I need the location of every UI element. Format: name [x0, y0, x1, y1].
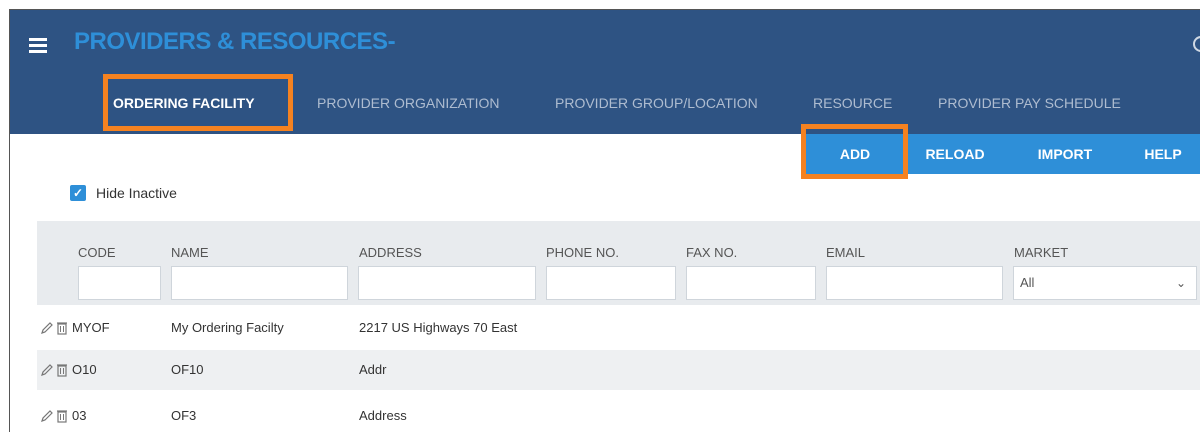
tab-provider-group-location[interactable]: PROVIDER GROUP/LOCATION: [555, 78, 758, 134]
app-window: PROVIDERS & RESOURCES- ORDERING FACILITY…: [9, 9, 1200, 432]
hamburger-icon[interactable]: [29, 38, 47, 53]
trash-icon[interactable]: [57, 363, 67, 377]
table-row[interactable]: O10 OF10 Addr: [37, 350, 1200, 390]
hide-inactive-label: Hide Inactive: [96, 185, 177, 201]
cell-address: Address: [359, 408, 407, 423]
tab-provider-pay-schedule[interactable]: PROVIDER PAY SCHEDULE: [938, 78, 1121, 134]
user-menu-icon[interactable]: [1193, 36, 1200, 52]
column-header-phone[interactable]: PHONE NO.: [546, 245, 619, 260]
column-header-name[interactable]: NAME: [171, 245, 209, 260]
page-title: PROVIDERS & RESOURCES-: [74, 28, 396, 55]
cell-name: OF3: [171, 408, 197, 423]
chevron-down-icon: ⌄: [1175, 276, 1186, 290]
table-row[interactable]: 03 OF3 Address: [37, 396, 1200, 432]
grid-header: CODE NAME ADDRESS PHONE NO. FAX NO. EMAI…: [37, 221, 1200, 305]
cell-name: OF10: [171, 362, 204, 377]
email-filter-input[interactable]: [826, 266, 1003, 300]
phone-filter-input[interactable]: [546, 266, 676, 300]
pencil-icon[interactable]: [40, 363, 54, 377]
hide-inactive-checkbox[interactable]: ✓: [70, 185, 86, 201]
pencil-icon[interactable]: [40, 409, 54, 423]
cell-code: 03: [72, 408, 87, 423]
cell-name: My Ordering Facilty: [171, 320, 284, 335]
cell-code: MYOF: [72, 320, 110, 335]
trash-icon[interactable]: [57, 409, 67, 423]
import-button[interactable]: IMPORT: [1016, 134, 1114, 174]
column-header-code[interactable]: CODE: [78, 245, 116, 260]
cell-address: Addr: [359, 362, 387, 377]
hide-inactive-toggle[interactable]: ✓ Hide Inactive: [70, 184, 177, 202]
cell-code: O10: [72, 362, 97, 377]
fax-filter-input[interactable]: [686, 266, 816, 300]
market-selected-value: All: [1020, 275, 1035, 290]
active-tab-highlight: [103, 74, 293, 131]
name-filter-input[interactable]: [171, 266, 348, 300]
column-header-address[interactable]: ADDRESS: [359, 245, 422, 260]
pencil-icon[interactable]: [40, 321, 54, 335]
market-filter-select[interactable]: All ⌄: [1013, 266, 1197, 300]
reload-button[interactable]: RELOAD: [908, 134, 1002, 174]
table-row[interactable]: MYOF My Ordering Facilty 2217 US Highway…: [37, 308, 1200, 348]
address-filter-input[interactable]: [358, 266, 536, 300]
trash-icon[interactable]: [57, 321, 67, 335]
help-button[interactable]: HELP: [1130, 134, 1196, 174]
tab-provider-organization[interactable]: PROVIDER ORGANIZATION: [317, 78, 500, 134]
column-header-fax[interactable]: FAX NO.: [686, 245, 737, 260]
column-header-market[interactable]: MARKET: [1014, 245, 1068, 260]
add-button-highlight: [801, 124, 908, 179]
cell-address: 2217 US Highways 70 East: [359, 320, 518, 335]
code-filter-input[interactable]: [78, 266, 161, 300]
column-header-email[interactable]: EMAIL: [826, 245, 865, 260]
